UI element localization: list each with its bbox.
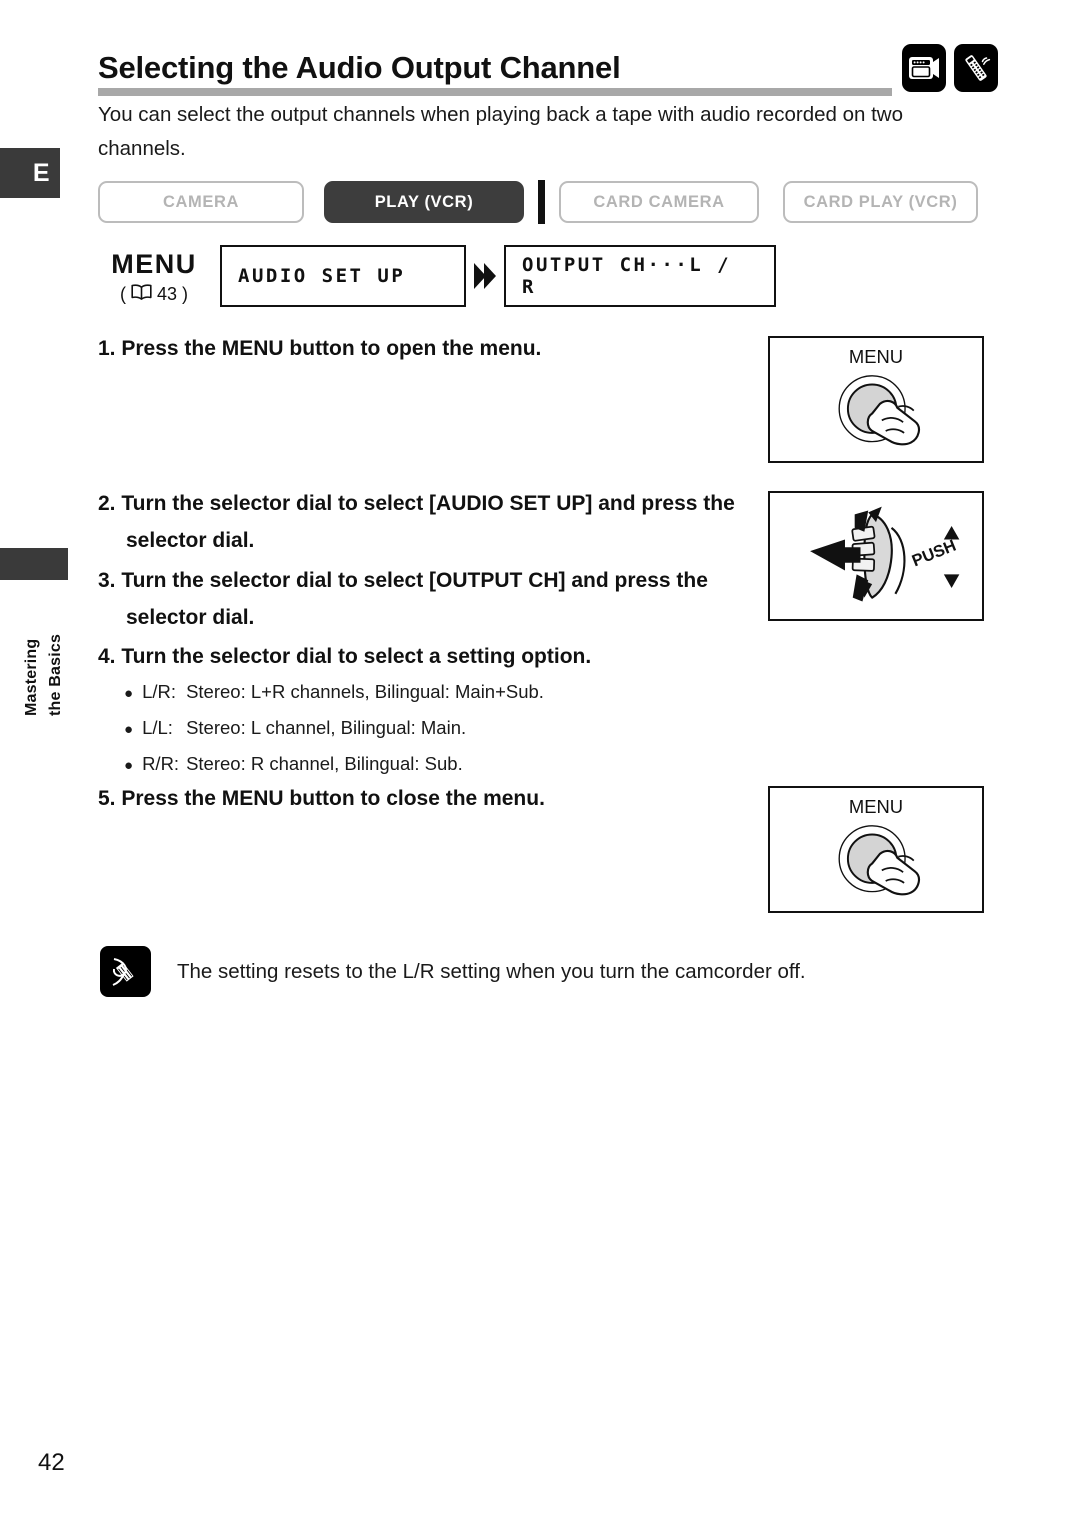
mode-tab-card-play-vcr[interactable]: CARD PLAY (VCR): [783, 181, 978, 223]
step-5-text: Press the MENU button to close the menu.: [121, 787, 545, 810]
list-item: ● L/L: Stereo: L channel, Bilingual: Mai…: [124, 711, 744, 747]
chevron-right-icon: [466, 245, 504, 307]
option-key: L/L:: [142, 717, 173, 738]
chapter-label-line-2: the Basics: [47, 633, 64, 716]
note-row: The setting resets to the L/R setting wh…: [100, 946, 806, 997]
title-rule: [98, 88, 892, 96]
menu-item-audio-set-up[interactable]: AUDIO SET UP: [220, 245, 466, 307]
page-header: Selecting the Audio Output Channel: [98, 44, 998, 96]
illustration-menu-button-open: MENU: [768, 336, 984, 463]
mode-tab-bar: CAMERA PLAY (VCR) CARD CAMERA CARD PLAY …: [98, 180, 978, 224]
step-4-number: 4.: [98, 645, 116, 668]
option-key: L/R:: [142, 681, 176, 702]
illustration-selector-dial: PUSH: [768, 491, 984, 621]
step-3: 3. Turn the selector dial to select [OUT…: [98, 562, 748, 636]
menu-path-label: MENU: [111, 249, 197, 279]
chapter-label: Mastering the Basics: [22, 586, 86, 716]
option-text: Stereo: L channel, Bilingual: Main.: [186, 717, 467, 738]
menu-item-output-ch[interactable]: OUTPUT CH···L / R: [504, 245, 776, 307]
page-number: 42: [38, 1449, 65, 1476]
list-item: ● L/R: Stereo: L+R channels, Bilingual: …: [124, 675, 744, 711]
menu-path-label-column: MENU ( 43 ): [88, 245, 220, 305]
bullet-icon: ●: [124, 721, 134, 738]
step-5-number: 5.: [98, 787, 116, 810]
note-text: The setting resets to the L/R setting wh…: [177, 960, 806, 983]
setting-options-list: ● L/R: Stereo: L+R channels, Bilingual: …: [124, 675, 744, 783]
bullet-icon: ●: [124, 757, 134, 774]
option-text: Stereo: L+R channels, Bilingual: Main+Su…: [186, 681, 544, 702]
chapter-label-line-1: Mastering: [23, 638, 40, 716]
menu-button-illustration-label-1: MENU: [849, 346, 903, 367]
step-2-text: Turn the selector dial to select [AUDIO …: [121, 492, 735, 552]
step-2-number: 2.: [98, 492, 116, 515]
dial-push-illustration-label: PUSH: [910, 537, 959, 571]
camcorder-icon: [902, 44, 946, 92]
step-1-number: 1.: [98, 337, 116, 360]
list-item: ● R/R: Stereo: R channel, Bilingual: Sub…: [124, 747, 744, 783]
header-icon-group: [902, 44, 998, 92]
note-pencil-icon: [100, 946, 151, 997]
title-row: Selecting the Audio Output Channel: [98, 44, 998, 96]
language-tab-label: E: [32, 158, 50, 187]
step-4: 4. Turn the selector dial to select a se…: [98, 638, 748, 675]
mode-tab-card-camera[interactable]: CARD CAMERA: [559, 181, 759, 223]
chapter-marker-tab: [0, 548, 68, 580]
step-3-number: 3.: [98, 569, 116, 592]
option-key: R/R:: [142, 753, 180, 774]
step-3-text: Turn the selector dial to select [OUTPUT…: [121, 569, 708, 629]
menu-button-illustration-label-2: MENU: [849, 796, 903, 817]
menu-reference-page: 43: [156, 284, 178, 304]
language-tab: E: [0, 148, 60, 198]
book-icon: [131, 284, 152, 305]
step-1: 1. Press the MENU button to open the men…: [98, 330, 748, 367]
page-title: Selecting the Audio Output Channel: [98, 48, 629, 88]
intro-paragraph: You can select the output channels when …: [98, 103, 903, 160]
mode-tab-camera[interactable]: CAMERA: [98, 181, 304, 223]
step-2: 2. Turn the selector dial to select [AUD…: [98, 485, 748, 559]
mode-tab-divider: [538, 180, 545, 224]
option-text: Stereo: R channel, Bilingual: Sub.: [186, 753, 463, 774]
menu-path-row: MENU ( 43 ) AUDIO SET UP OUTPUT CH···L /…: [88, 245, 776, 307]
menu-reference-open-paren: (: [119, 284, 126, 304]
illustration-menu-button-close: MENU: [768, 786, 984, 913]
menu-page-reference: ( 43 ): [88, 284, 220, 305]
step-4-text: Turn the selector dial to select a setti…: [121, 645, 592, 668]
step-5: 5. Press the MENU button to close the me…: [98, 780, 748, 817]
mode-tab-play-vcr[interactable]: PLAY (VCR): [324, 181, 524, 223]
remote-control-icon: [954, 44, 998, 92]
menu-reference-close-paren: ): [182, 284, 189, 304]
bullet-icon: ●: [124, 685, 134, 702]
step-1-text: Press the MENU button to open the menu.: [121, 337, 542, 360]
